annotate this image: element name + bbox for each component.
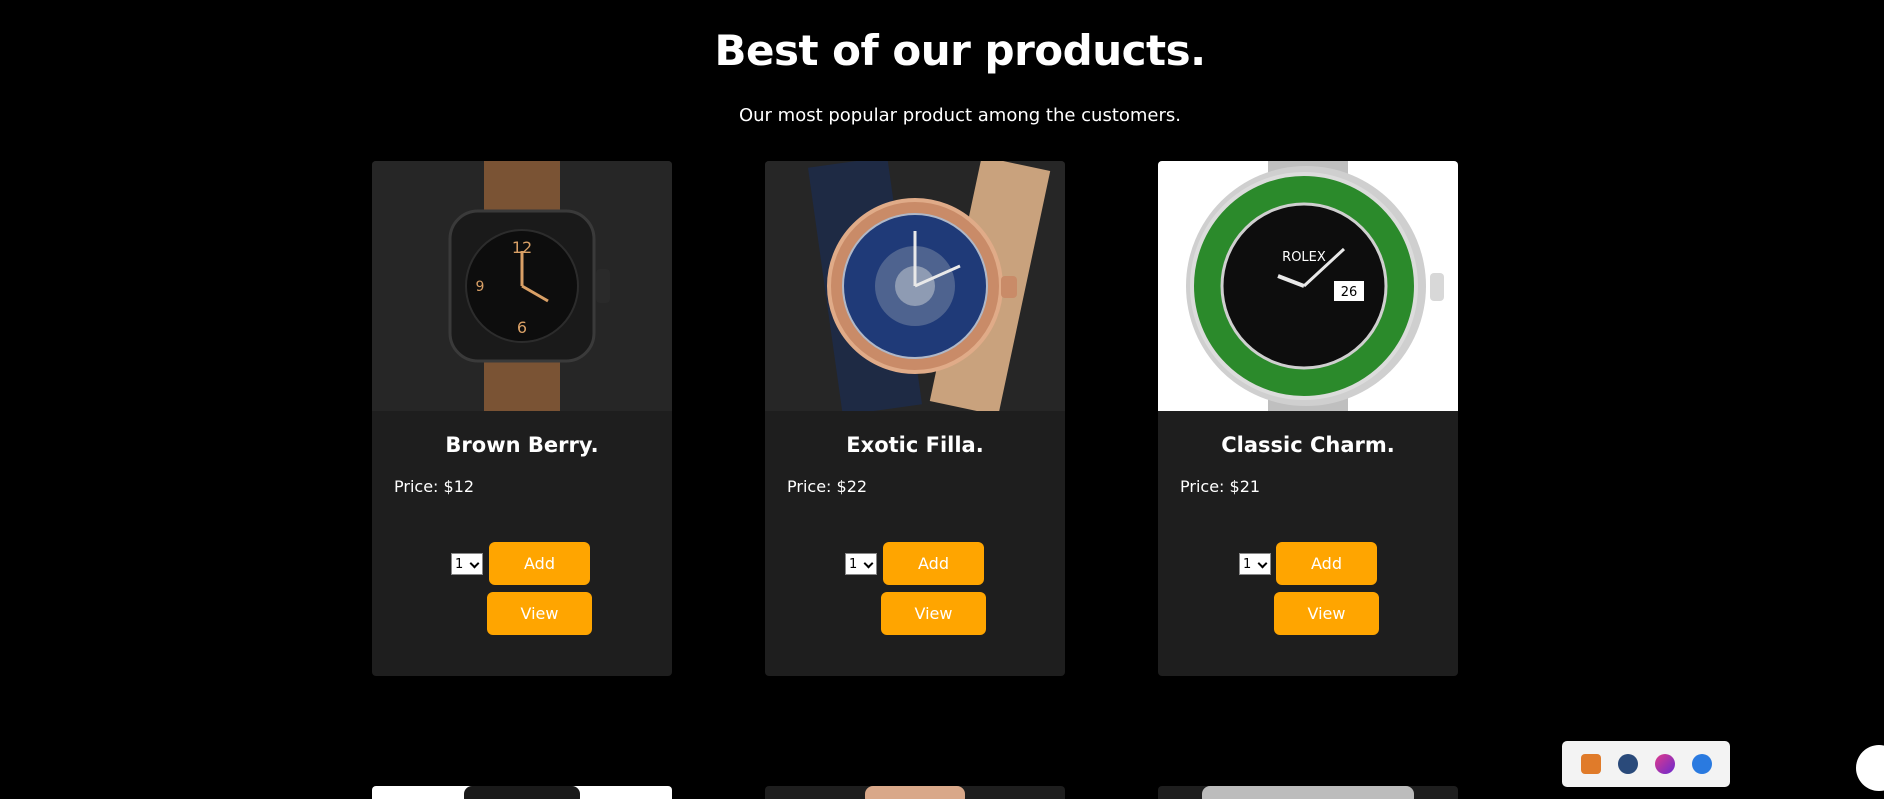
product-name: Classic Charm. [1221, 433, 1395, 457]
product-card-next[interactable] [1158, 786, 1458, 799]
floating-widget-button[interactable] [1856, 745, 1884, 791]
xampp-icon[interactable] [1580, 754, 1601, 774]
quantity-value: 1 [849, 556, 858, 572]
add-button[interactable]: Add [489, 542, 590, 585]
svg-text:9: 9 [476, 279, 485, 295]
quantity-select[interactable]: 1 [845, 553, 877, 575]
chevron-down-icon [863, 558, 874, 569]
bluetooth-icon[interactable] [1691, 754, 1712, 774]
product-image[interactable]: ROLEX 26 [1158, 161, 1458, 411]
product-name: Exotic Filla. [846, 433, 984, 457]
steam-icon[interactable] [1617, 754, 1638, 774]
chevron-down-icon [1257, 558, 1268, 569]
view-button[interactable]: View [1274, 592, 1379, 635]
view-button[interactable]: View [487, 592, 592, 635]
product-card-exotic-filla: Exotic Filla. Price: $22 1 Add View [765, 161, 1065, 676]
chevron-down-icon [469, 558, 480, 569]
product-card-next[interactable] [372, 786, 672, 799]
firefox-icon[interactable] [1654, 754, 1675, 774]
quantity-value: 1 [1243, 556, 1252, 572]
svg-text:6: 6 [517, 318, 527, 337]
svg-text:26: 26 [1341, 285, 1358, 300]
product-image[interactable] [765, 161, 1065, 411]
product-card-next[interactable] [765, 786, 1065, 799]
svg-text:ROLEX: ROLEX [1282, 250, 1326, 265]
product-price: Price: $12 [394, 477, 475, 496]
quantity-select[interactable]: 1 [451, 553, 483, 575]
product-name: Brown Berry. [445, 433, 599, 457]
product-price: Price: $22 [787, 477, 868, 496]
page: Best of our products. Our most popular p… [0, 0, 1884, 799]
product-card-classic-charm: ROLEX 26 Classic Charm. Price: $21 1 Add… [1158, 161, 1458, 676]
section-title: Best of our products. [714, 26, 1206, 75]
quantity-value: 1 [455, 556, 464, 572]
section-subtitle: Our most popular product among the custo… [738, 105, 1182, 126]
quantity-select[interactable]: 1 [1239, 553, 1271, 575]
product-price: Price: $21 [1180, 477, 1261, 496]
system-tray-overflow [1562, 741, 1730, 787]
add-button[interactable]: Add [1276, 542, 1377, 585]
view-button[interactable]: View [881, 592, 986, 635]
product-card-brown-berry: 12 6 9 Brown Berry. Price: $12 1 Add Vie… [372, 161, 672, 676]
add-button[interactable]: Add [883, 542, 984, 585]
product-image[interactable]: 12 6 9 [372, 161, 672, 411]
